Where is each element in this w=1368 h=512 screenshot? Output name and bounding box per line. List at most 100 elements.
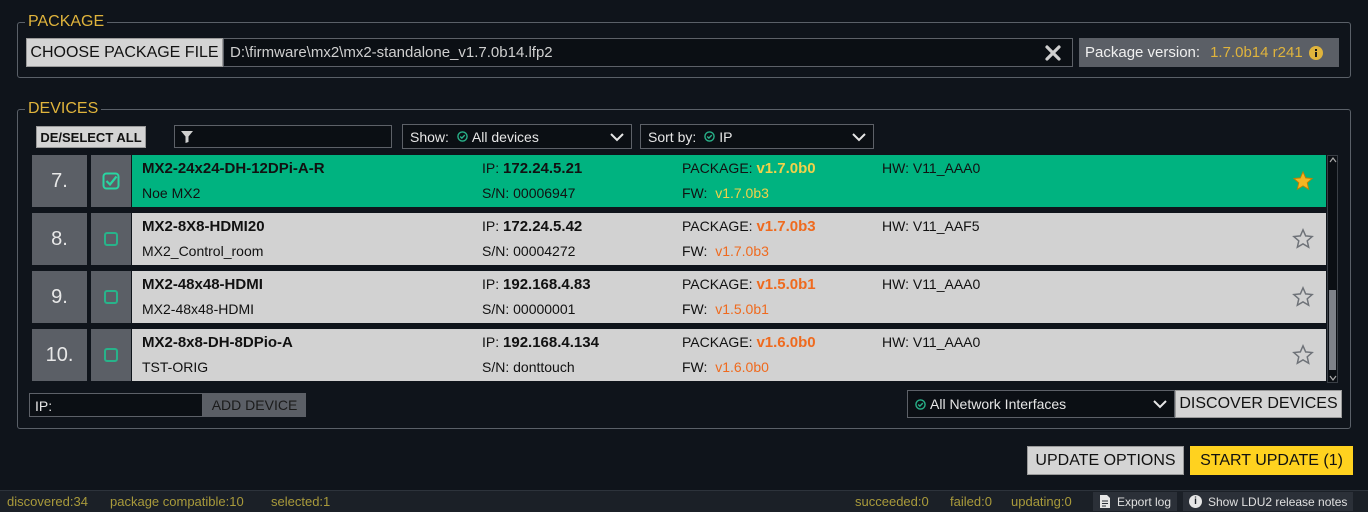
device-hw: HW: V11_AAA0: [882, 276, 981, 292]
ip-cell: IP: 192.168.4.134: [482, 334, 599, 351]
device-fw: v1.7.0b3: [715, 185, 769, 201]
device-name: MX2-8x8-DH-8DPio-A: [142, 334, 293, 351]
show-value: All devices: [471, 128, 539, 145]
device-sn: 00004272: [513, 243, 576, 259]
device-name: MX2-8X8-HDMI20: [142, 218, 265, 235]
document-icon: [1100, 495, 1110, 508]
device-package: v1.6.0b0: [756, 334, 816, 351]
info-icon[interactable]: [1308, 45, 1323, 60]
device-package: v1.5.0b1: [756, 276, 816, 293]
row-index: 9.: [32, 271, 87, 323]
package-file-path-field[interactable]: D:\firmware\mx2\mx2-standalone_v1.7.0b14…: [223, 38, 1073, 67]
device-sn: donttouch: [513, 359, 575, 375]
row-checkbox[interactable]: [91, 213, 131, 265]
check-circle-icon: [704, 131, 716, 142]
update-options-button[interactable]: UPDATE OPTIONS: [1027, 446, 1184, 475]
scroll-up-icon[interactable]: [1329, 157, 1337, 163]
export-log-button[interactable]: Export log: [1093, 492, 1178, 511]
sort-dropdown[interactable]: Sort by: IP: [640, 124, 874, 149]
device-label: MX2_Control_room: [142, 243, 264, 259]
release-notes-label: Show LDU2 release notes: [1208, 494, 1348, 509]
device-fw: v1.6.0b0: [715, 359, 769, 375]
devices-legend: DEVICES: [25, 100, 102, 118]
filter-input[interactable]: [174, 125, 392, 148]
device-fw: v1.5.0b1: [715, 301, 769, 317]
device-label: Noe MX2: [142, 185, 201, 201]
sn-cell: S/N: 00004272: [482, 243, 576, 259]
add-device-button[interactable]: ADD DEVICE: [203, 393, 306, 417]
show-label: Show:: [410, 128, 449, 145]
ip-cell: IP: 172.24.5.42: [482, 218, 583, 235]
device-ip: 192.168.4.83: [503, 276, 591, 293]
row-content[interactable]: MX2-8x8-DH-8DPio-A TST-ORIG IP: 192.168.…: [132, 329, 1326, 381]
chevron-down-icon: [1153, 400, 1167, 409]
star-filled-icon[interactable]: [1292, 170, 1314, 192]
device-package: v1.7.0b3: [756, 218, 816, 235]
checkbox-unchecked-icon: [104, 232, 118, 246]
checkbox-unchecked-icon: [104, 290, 118, 304]
start-update-button[interactable]: START UPDATE (1): [1190, 446, 1353, 475]
sort-label: Sort by:: [648, 128, 697, 145]
row-checkbox[interactable]: [91, 329, 131, 381]
table-row[interactable]: 7. MX2-24x24-DH-12DPi-A-R Noe MX2 IP: 17…: [32, 155, 1326, 207]
device-sn: 00000001: [513, 301, 576, 317]
device-ip: 172.24.5.42: [503, 218, 583, 235]
ip-cell: IP: 192.168.4.83: [482, 276, 591, 293]
status-compatible: package compatible:10: [110, 494, 244, 509]
deselect-all-button[interactable]: DE/SELECT ALL: [36, 126, 146, 148]
device-fw: v1.7.0b3: [715, 243, 769, 259]
sn-cell: S/N: 00006947: [482, 185, 576, 201]
release-notes-button[interactable]: i Show LDU2 release notes: [1183, 492, 1354, 511]
package-file-path: D:\firmware\mx2\mx2-standalone_v1.7.0b14…: [230, 44, 553, 61]
row-content[interactable]: MX2-8X8-HDMI20 MX2_Control_room IP: 172.…: [132, 213, 1326, 265]
scrollbar-thumb[interactable]: [1329, 290, 1336, 370]
table-row[interactable]: 8. MX2-8X8-HDMI20 MX2_Control_room IP: 1…: [32, 213, 1326, 265]
show-dropdown[interactable]: Show: All devices: [402, 124, 632, 149]
device-list-scrollbar[interactable]: [1327, 155, 1338, 383]
device-sn: 00006947: [513, 185, 576, 201]
ip-input[interactable]: IP:: [29, 393, 203, 417]
device-hw: HW: V11_AAF5: [882, 218, 980, 234]
clear-icon[interactable]: [1044, 44, 1062, 62]
package-cell: PACKAGE: v1.6.0b0: [682, 334, 816, 351]
sn-cell: S/N: donttouch: [482, 359, 575, 375]
row-content[interactable]: MX2-48x48-HDMI MX2-48x48-HDMI IP: 192.16…: [132, 271, 1326, 323]
scroll-down-icon[interactable]: [1329, 375, 1337, 381]
fw-cell: FW: v1.5.0b1: [682, 301, 769, 317]
discover-devices-button[interactable]: DISCOVER DEVICES: [1175, 390, 1342, 418]
star-outline-icon[interactable]: [1292, 344, 1314, 366]
chevron-down-icon: [852, 132, 866, 141]
fw-cell: FW: v1.7.0b3: [682, 185, 769, 201]
row-checkbox[interactable]: [91, 155, 131, 207]
package-version-label: Package version:: [1085, 44, 1201, 61]
row-checkbox[interactable]: [91, 271, 131, 323]
table-row[interactable]: 10. MX2-8x8-DH-8DPio-A TST-ORIG IP: 192.…: [32, 329, 1326, 381]
status-discovered: discovered:34: [7, 494, 88, 509]
export-log-label: Export log: [1117, 494, 1172, 509]
network-interfaces-value: All Network Interfaces: [930, 396, 1067, 412]
network-interfaces-dropdown[interactable]: All Network Interfaces: [907, 390, 1175, 418]
package-cell: PACKAGE: v1.7.0b3: [682, 218, 816, 235]
choose-package-file-button[interactable]: CHOOSE PACKAGE FILE: [26, 38, 223, 67]
package-version-box: Package version: 1.7.0b14 r241: [1079, 38, 1339, 67]
checkbox-checked-icon: [102, 172, 120, 190]
sort-value: IP: [719, 128, 733, 145]
row-index: 7.: [32, 155, 87, 207]
row-index: 8.: [32, 213, 87, 265]
star-outline-icon[interactable]: [1292, 286, 1314, 308]
device-ip: 172.24.5.21: [503, 160, 583, 177]
device-hw: HW: V11_AAA0: [882, 160, 981, 176]
check-circle-icon: [915, 398, 926, 410]
fw-cell: FW: v1.6.0b0: [682, 359, 769, 375]
filter-icon: [181, 131, 193, 143]
ip-cell: IP: 172.24.5.21: [482, 160, 583, 177]
table-row[interactable]: 9. MX2-48x48-HDMI MX2-48x48-HDMI IP: 192…: [32, 271, 1326, 323]
device-name: MX2-24x24-DH-12DPi-A-R: [142, 160, 325, 177]
checkbox-unchecked-icon: [104, 348, 118, 362]
device-label: MX2-48x48-HDMI: [142, 301, 255, 317]
chevron-down-icon: [610, 132, 624, 141]
row-content[interactable]: MX2-24x24-DH-12DPi-A-R Noe MX2 IP: 172.2…: [132, 155, 1326, 207]
status-failed: failed:0: [950, 494, 992, 509]
status-updating: updating:0: [1011, 494, 1072, 509]
star-outline-icon[interactable]: [1292, 228, 1314, 250]
